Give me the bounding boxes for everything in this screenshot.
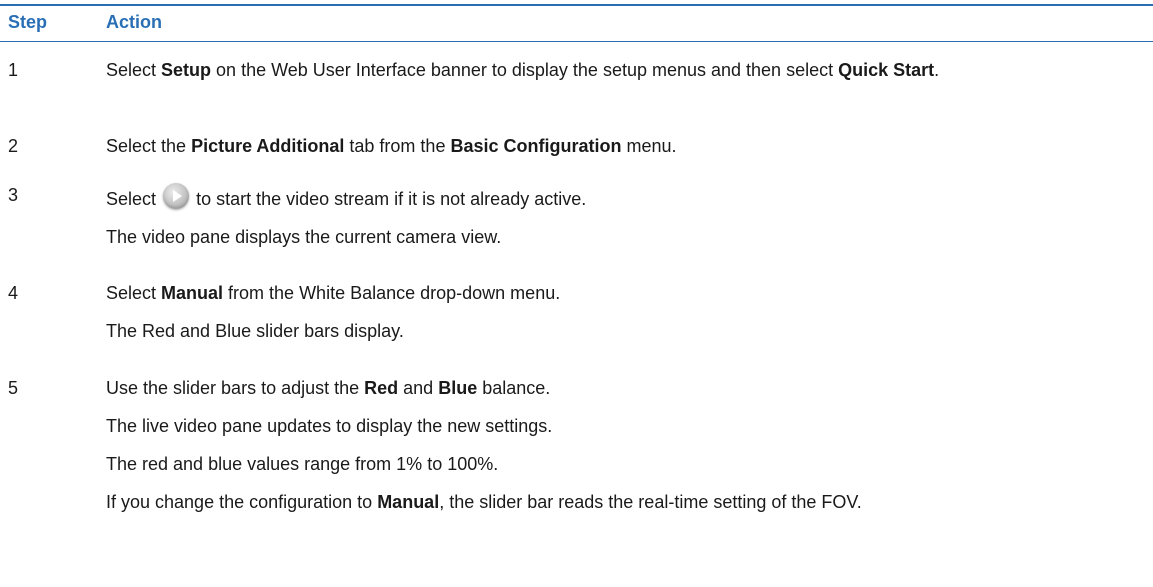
- header-action: Action: [106, 12, 162, 32]
- header-step: Step: [8, 12, 48, 32]
- action-text: Select to start the video stream if it i…: [106, 183, 1136, 212]
- action-text: Select Manual from the White Balance dro…: [106, 283, 561, 303]
- action-text: Use the slider bars to adjust the Red an…: [106, 378, 551, 398]
- note-text: If you change the configuration to Manua…: [106, 492, 862, 512]
- table-top-rule: [0, 4, 1153, 6]
- ui-term: Manual: [377, 492, 440, 512]
- ui-term: Manual: [161, 283, 224, 303]
- ui-term: Blue: [438, 378, 478, 398]
- ui-term: Red: [364, 378, 399, 398]
- ui-term: Basic Configuration: [450, 136, 622, 156]
- action-cell: Use the slider bars to adjust the Red an…: [106, 376, 1136, 515]
- action-cell: Select Manual from the White Balance dro…: [106, 281, 1136, 344]
- note-text: The red and blue values range from 1% to…: [106, 454, 499, 474]
- result-text: The live video pane updates to display t…: [106, 416, 553, 436]
- action-text: Select Setup on the Web User Interface b…: [106, 60, 940, 80]
- ui-term: Picture Additional: [191, 136, 345, 156]
- step-number: 1: [8, 60, 19, 80]
- ui-term: Quick Start: [838, 60, 935, 80]
- step-number: 3: [8, 185, 19, 205]
- ui-term: Setup: [161, 60, 212, 80]
- action-cell: Select Setup on the Web User Interface b…: [106, 58, 1136, 83]
- result-text: The Red and Blue slider bars display.: [106, 321, 404, 341]
- action-text: Select the Picture Additional tab from t…: [106, 136, 677, 156]
- result-text: The video pane displays the current came…: [106, 227, 502, 247]
- action-cell: Select to start the video stream if it i…: [106, 183, 1136, 250]
- step-number: 2: [8, 136, 19, 156]
- step-number: 5: [8, 378, 19, 398]
- action-cell: Select the Picture Additional tab from t…: [106, 134, 1136, 159]
- table-header-row: Step Action: [0, 8, 1153, 42]
- step-number: 4: [8, 283, 19, 303]
- play-icon: [163, 183, 190, 209]
